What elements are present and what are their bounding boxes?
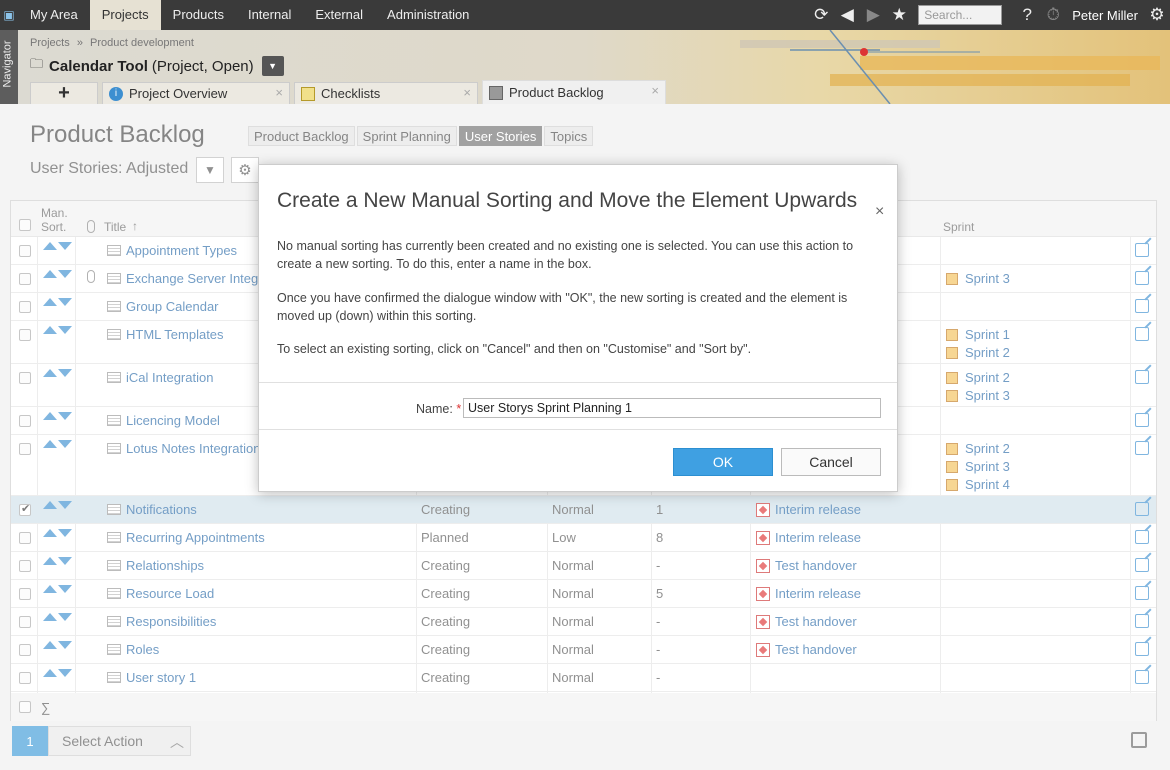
nav-administration[interactable]: Administration (375, 0, 481, 30)
name-label-text: Name: (416, 402, 453, 416)
checklist-icon (301, 86, 315, 101)
close-icon[interactable]: × (875, 203, 884, 221)
close-icon[interactable]: × (275, 85, 283, 100)
create-sorting-dialog: Create a New Manual Sorting and Move the… (258, 164, 898, 492)
nav-projects[interactable]: Projects (89, 0, 161, 30)
stopwatch-icon[interactable]: ⏱ (1040, 0, 1066, 30)
tab-project-overview[interactable]: i Project Overview × (102, 82, 290, 104)
nav-my-area[interactable]: My Area (18, 0, 90, 30)
project-status: (Project, Open) (151, 57, 254, 75)
project-menu-dropdown[interactable]: ▼ (261, 56, 284, 76)
dialog-title: Create a New Manual Sorting and Move the… (277, 189, 858, 212)
app-logo-icon[interactable]: ▣ (0, 0, 18, 30)
name-field-label: Name: * (416, 402, 461, 416)
gear-icon[interactable]: ⚙ (1144, 0, 1170, 30)
dialog-divider (259, 429, 897, 430)
new-tab-button[interactable]: + (30, 82, 98, 104)
tab-label: Product Backlog (509, 85, 604, 100)
tab-label: Checklists (321, 86, 381, 101)
project-name: Calendar Tool (49, 57, 148, 75)
ok-button[interactable]: OK (673, 448, 773, 476)
info-icon: i (109, 86, 123, 101)
dialog-paragraph-1: No manual sorting has currently been cre… (277, 239, 854, 271)
sorting-name-input[interactable] (463, 398, 881, 418)
top-navigation-bar: ▣ My Area Projects Products Internal Ext… (0, 0, 1170, 30)
navigator-label: Navigator (1, 40, 14, 88)
favorites-star-icon[interactable]: ★ (886, 0, 912, 30)
navigator-panel-toggle[interactable]: Navigator (0, 30, 18, 104)
nav-products[interactable]: Products (161, 0, 236, 30)
tab-label: Project Overview (129, 86, 228, 101)
project-title: 🗀 Calendar Tool (Project, Open) ▼ (30, 55, 284, 77)
user-menu[interactable]: Peter Miller (1072, 8, 1138, 23)
banner-decoration (740, 30, 1160, 104)
back-arrow-icon[interactable]: ◀ (834, 0, 860, 30)
cancel-button[interactable]: Cancel (781, 448, 881, 476)
help-icon[interactable]: ? (1014, 0, 1040, 30)
breadcrumb-projects[interactable]: Projects (30, 37, 70, 49)
folder-icon: 🗀 (30, 56, 44, 71)
breadcrumb-separator: » (76, 37, 83, 49)
dialog-paragraph-3: To select an existing sorting, click on … (277, 342, 752, 356)
close-icon[interactable]: × (463, 85, 471, 100)
breadcrumb-product-development[interactable]: Product development (90, 37, 194, 49)
refresh-icon[interactable]: ⟳ (808, 0, 834, 30)
nav-internal[interactable]: Internal (236, 0, 303, 30)
tab-checklists[interactable]: Checklists × (294, 82, 478, 104)
nav-external[interactable]: External (303, 0, 375, 30)
search-input[interactable]: Search... (918, 5, 1003, 25)
backlog-icon (489, 85, 503, 100)
breadcrumb: Projects » Product development (30, 37, 194, 49)
required-marker: * (456, 402, 462, 416)
dialog-divider (259, 382, 897, 383)
dialog-paragraph-2: Once you have confirmed the dialogue win… (277, 291, 848, 323)
tab-product-backlog[interactable]: Product Backlog × (482, 80, 666, 104)
forward-arrow-icon[interactable]: ▶ (860, 0, 886, 30)
close-icon[interactable]: × (651, 83, 659, 98)
tab-bar: + i Project Overview × Checklists × Prod… (18, 80, 670, 104)
